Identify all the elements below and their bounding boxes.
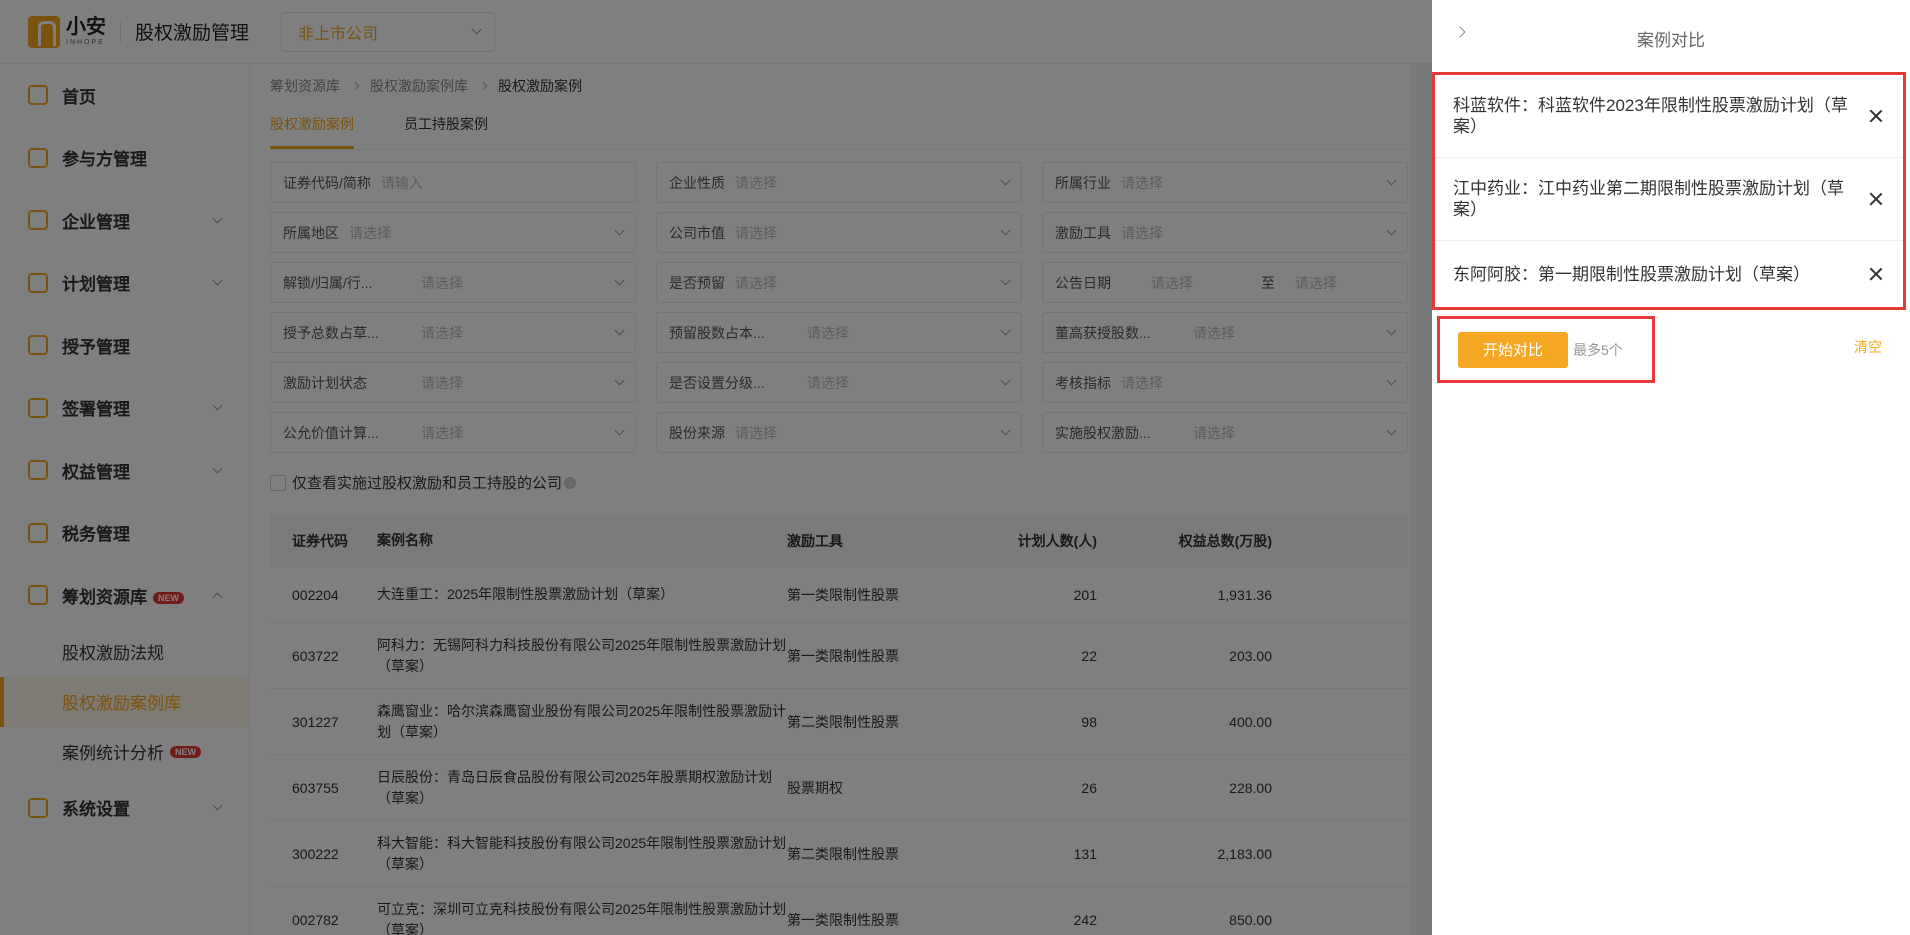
- close-icon[interactable]: [1869, 267, 1883, 281]
- close-icon[interactable]: [1869, 109, 1883, 123]
- close-icon[interactable]: [1869, 192, 1883, 206]
- compare-case-name: 东阿阿胶：第一期限制性股票激励计划（草案）: [1453, 264, 1810, 284]
- case-compare-drawer: 案例对比 科蓝软件：科蓝软件2023年限制性股票激励计划（草案） 江中药业：江中…: [1432, 0, 1910, 935]
- clear-button[interactable]: 清空: [1854, 337, 1882, 357]
- compare-case-name: 江中药业：江中药业第二期限制性股票激励计划（草案）: [1453, 179, 1844, 219]
- drawer-title: 案例对比: [1637, 30, 1705, 50]
- list-item: 江中药业：江中药业第二期限制性股票激励计划（草案）: [1435, 158, 1903, 241]
- compare-actions: 开始对比 最多5个: [1437, 316, 1655, 383]
- list-item: 东阿阿胶：第一期限制性股票激励计划（草案）: [1435, 241, 1903, 307]
- list-item: 科蓝软件：科蓝软件2023年限制性股票激励计划（草案）: [1435, 75, 1903, 158]
- compare-case-name: 科蓝软件：科蓝软件2023年限制性股票激励计划（草案）: [1453, 96, 1848, 136]
- modal-overlay[interactable]: [0, 0, 1432, 935]
- start-compare-button[interactable]: 开始对比: [1458, 331, 1568, 368]
- compare-case-list: 科蓝软件：科蓝软件2023年限制性股票激励计划（草案） 江中药业：江中药业第二期…: [1432, 72, 1906, 310]
- max-hint: 最多5个: [1573, 341, 1623, 358]
- drawer-header: 案例对比: [1432, 0, 1910, 76]
